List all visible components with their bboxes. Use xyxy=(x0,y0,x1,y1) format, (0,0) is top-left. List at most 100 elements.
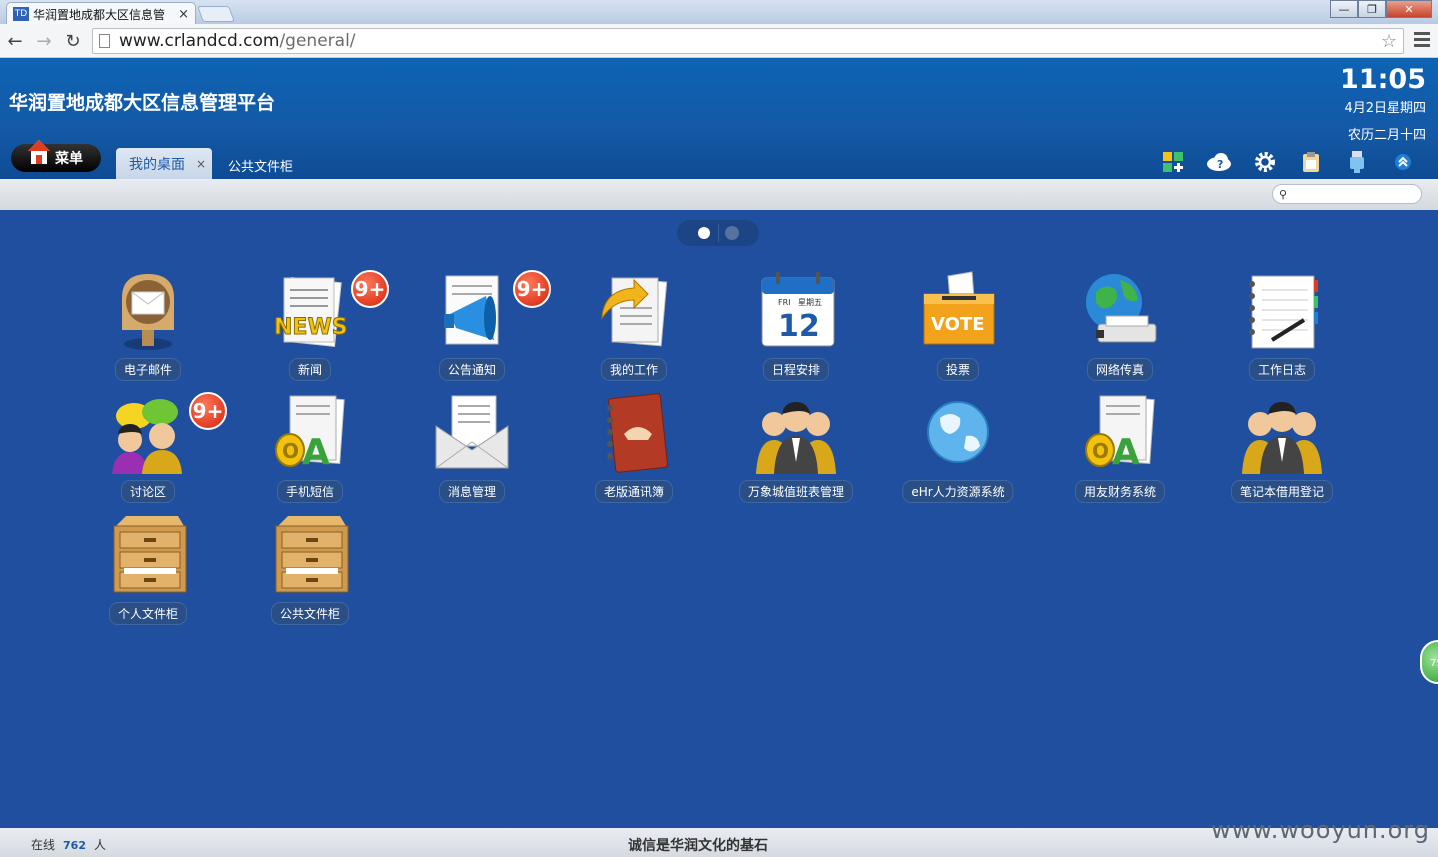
people-icon xyxy=(756,402,836,474)
app-message[interactable]: 消息管理 xyxy=(391,390,553,510)
cabinet-icon xyxy=(275,516,349,593)
app-label: 公告通知 xyxy=(438,358,506,381)
close-window-button[interactable]: ✕ xyxy=(1386,0,1432,18)
collapse-icon[interactable] xyxy=(1380,150,1426,174)
start-menu-label: 菜单 xyxy=(55,151,83,167)
browser-tabstrip: TD 华润置地成都大区信息管 × — ❐ ✕ xyxy=(0,0,1438,25)
app-my-work[interactable]: 我的工作 xyxy=(553,268,715,388)
clock-date: 4月2日星期四 xyxy=(1344,101,1426,116)
page-icon xyxy=(99,34,110,48)
app-calendar[interactable]: FRI 星期五 12 日程安排 xyxy=(715,268,877,388)
app-label: 消息管理 xyxy=(438,480,506,503)
help-cloud-icon[interactable]: ? xyxy=(1196,150,1242,174)
app-label: 新闻 xyxy=(288,358,332,381)
page-dot-active[interactable] xyxy=(698,227,710,239)
app-label: 公共文件柜 xyxy=(270,602,350,625)
online-users[interactable]: 在线 762 人 xyxy=(31,836,106,853)
new-tab-button[interactable] xyxy=(197,6,235,22)
app-finance[interactable]: OA 用友财务系统 xyxy=(1039,390,1201,510)
svg-text:O: O xyxy=(1092,439,1109,463)
clipboard-icon[interactable] xyxy=(1288,150,1334,174)
app-email[interactable]: 电子邮件 xyxy=(67,268,229,388)
app-work-log[interactable]: 工作日志 xyxy=(1201,268,1363,388)
address-bar[interactable]: www.crlandcd.com/general/ ☆ xyxy=(92,28,1404,54)
mailbox-icon xyxy=(122,274,174,350)
sms-icon: OA xyxy=(275,395,345,473)
app-personal-cabinet[interactable]: 个人文件柜 xyxy=(67,512,229,632)
tab-close-icon[interactable]: × xyxy=(196,157,206,171)
app-label: eHr人力资源系统 xyxy=(902,480,1014,503)
news-icon: NEWS xyxy=(274,277,348,347)
grid-view-icon[interactable] xyxy=(725,226,739,240)
app-public-cabinet[interactable]: 公共文件柜 xyxy=(229,512,391,632)
app-label: 投票 xyxy=(936,358,980,381)
bookmark-star-icon[interactable]: ☆ xyxy=(1381,30,1397,54)
app-discussion[interactable]: 9+ 讨论区 xyxy=(67,390,229,510)
app-label: 我的工作 xyxy=(600,358,668,381)
back-icon[interactable]: ← xyxy=(4,31,26,52)
home-icon xyxy=(28,140,50,164)
side-orb-button[interactable]: 75 xyxy=(1420,640,1438,684)
reload-icon[interactable]: ↻ xyxy=(62,31,84,52)
svg-text:A: A xyxy=(1112,432,1140,473)
svg-text:?: ? xyxy=(1217,158,1223,171)
browser-tab[interactable]: TD 华润置地成都大区信息管 × xyxy=(6,2,196,25)
clock-time: 11:05 xyxy=(1340,64,1426,95)
browser-tab-title: 华润置地成都大区信息管 xyxy=(33,7,166,22)
app-label: 万象城值班表管理 xyxy=(738,480,854,503)
calendar-icon: FRI 星期五 12 xyxy=(761,272,835,347)
cal-day-text: FRI xyxy=(778,298,791,307)
app-ehr[interactable]: eHr人力资源系统 xyxy=(877,390,1039,510)
svg-text:NEWS: NEWS xyxy=(274,315,348,340)
header-icon-bar: ? xyxy=(1150,150,1426,174)
work-icon xyxy=(601,277,668,347)
restore-button[interactable]: ❐ xyxy=(1358,0,1386,18)
megaphone-icon xyxy=(444,275,499,345)
apps-icon[interactable] xyxy=(1150,150,1196,174)
watermark: www.wooyun.org xyxy=(1211,816,1430,844)
usb-icon[interactable] xyxy=(1334,150,1380,174)
app-sms[interactable]: OA 手机短信 xyxy=(229,390,391,510)
online-unit: 人 xyxy=(93,838,106,852)
notification-badge: 9+ xyxy=(189,392,227,430)
desktop-pager xyxy=(677,220,759,246)
people-icon xyxy=(1242,402,1322,474)
settings-icon[interactable] xyxy=(1242,150,1288,174)
finance-icon: OA xyxy=(1085,395,1155,473)
message-icon xyxy=(435,395,509,469)
addressbook-icon xyxy=(607,393,668,473)
start-menu-button[interactable]: 菜单 xyxy=(11,140,101,172)
desktop-subbar: ⚲ xyxy=(0,179,1438,210)
app-title: 华润置地成都大区信息管理平台 xyxy=(9,92,276,114)
url-host: www.crlandcd.com xyxy=(119,31,280,51)
notification-badge: 9+ xyxy=(351,270,389,308)
svg-text:A: A xyxy=(302,432,330,473)
motto-text: 诚信是华润文化的基石 xyxy=(628,838,768,854)
forward-icon[interactable]: → xyxy=(33,31,55,52)
tab-my-desktop[interactable]: 我的桌面 × xyxy=(116,148,212,179)
app-duty-roster[interactable]: 万象城值班表管理 xyxy=(715,390,877,510)
app-label: 网络传真 xyxy=(1086,358,1154,381)
status-bar: 在线 762 人 诚信是华润文化的基石 www.wooyun.org xyxy=(0,816,1438,857)
search-input[interactable]: ⚲ xyxy=(1272,184,1422,204)
favicon-icon: TD xyxy=(13,7,29,21)
notification-badge: 9+ xyxy=(513,270,551,308)
vote-icon: VOTE xyxy=(923,271,995,345)
app-news[interactable]: NEWS 9+ 新闻 xyxy=(229,268,391,388)
clock: 11:05 4月2日星期四 农历二月十四 xyxy=(1340,64,1426,143)
cabinet-icon xyxy=(113,516,187,593)
app-vote[interactable]: VOTE 投票 xyxy=(877,268,1039,388)
app-notice[interactable]: 9+ 公告通知 xyxy=(391,268,553,388)
search-icon: ⚲ xyxy=(1279,188,1288,201)
browser-menu-icon[interactable] xyxy=(1414,32,1430,50)
app-header: 华润置地成都大区信息管理平台 11:05 4月2日星期四 农历二月十四 菜单 我… xyxy=(0,58,1438,179)
window-controls: — ❐ ✕ xyxy=(1330,0,1432,18)
app-laptop-borrow[interactable]: 笔记本借用登记 xyxy=(1201,390,1363,510)
tab-close-icon[interactable]: × xyxy=(178,7,189,22)
fax-icon xyxy=(1086,274,1157,343)
app-fax[interactable]: 网络传真 xyxy=(1039,268,1201,388)
tab-my-desktop-label: 我的桌面 xyxy=(129,156,185,173)
app-address-book[interactable]: 老版通讯簿 xyxy=(553,390,715,510)
tab-public-cabinet[interactable]: 公共文件柜 xyxy=(228,156,293,175)
minimize-button[interactable]: — xyxy=(1330,0,1358,18)
